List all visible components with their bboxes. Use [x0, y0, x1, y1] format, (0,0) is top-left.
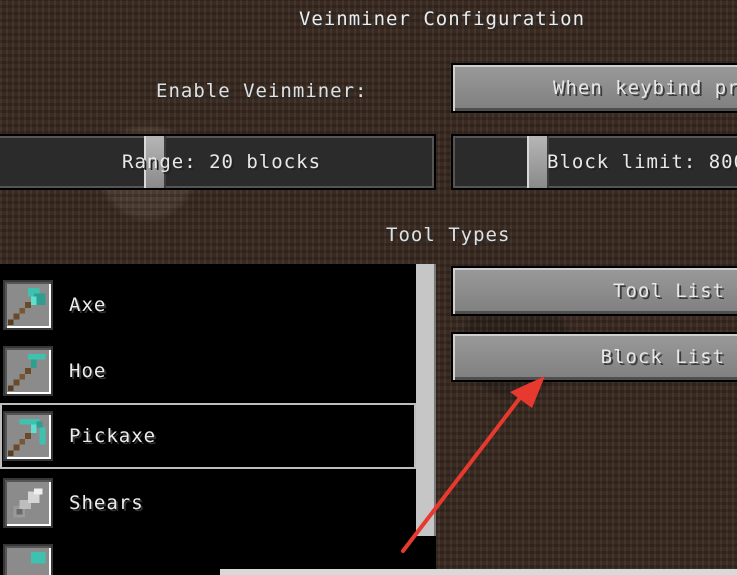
list-item-label: Shears: [69, 492, 144, 514]
list-item-axe[interactable]: Axe: [0, 272, 416, 338]
range-slider[interactable]: Range: 20 blocks: [0, 134, 436, 190]
list-item-label: Axe: [69, 294, 107, 316]
shovel-icon: [3, 544, 53, 575]
enable-veinminer-label: Enable Veinminer:: [156, 80, 368, 102]
shears-icon: [3, 478, 53, 528]
bottom-button-edge[interactable]: [220, 569, 737, 575]
pickaxe-icon: [3, 411, 53, 461]
page-title: Veinminer Configuration: [298, 8, 586, 30]
list-item-pickaxe[interactable]: Pickaxe: [0, 403, 416, 469]
list-item-shears[interactable]: Shears: [0, 470, 416, 536]
list-item-label: Hoe: [69, 360, 107, 382]
tool-types-scrollbar[interactable]: [416, 264, 436, 536]
tool-list-button-label: Tool List: [613, 280, 725, 302]
block-limit-slider-label: Block limit: 800 blocks: [547, 151, 737, 173]
axe-icon: [3, 280, 53, 330]
tool-list-button[interactable]: Tool List: [451, 266, 737, 316]
enable-mode-button[interactable]: When keybind pressed: [451, 63, 737, 113]
block-list-button[interactable]: Block List: [451, 332, 737, 382]
range-slider-label: Range: 20 blocks: [122, 151, 322, 173]
list-item-label: Pickaxe: [69, 425, 157, 447]
block-limit-slider-handle[interactable]: [527, 136, 549, 188]
list-item-hoe[interactable]: Hoe: [0, 338, 416, 404]
tool-types-heading: Tool Types: [386, 224, 511, 246]
tool-types-list: Axe Hoe Pickaxe Shears: [0, 264, 436, 575]
block-list-button-label: Block List: [600, 346, 725, 368]
block-limit-slider[interactable]: Block limit: 800 blocks: [451, 134, 737, 190]
hoe-icon: [3, 346, 53, 396]
enable-mode-button-label: When keybind pressed: [553, 77, 737, 99]
